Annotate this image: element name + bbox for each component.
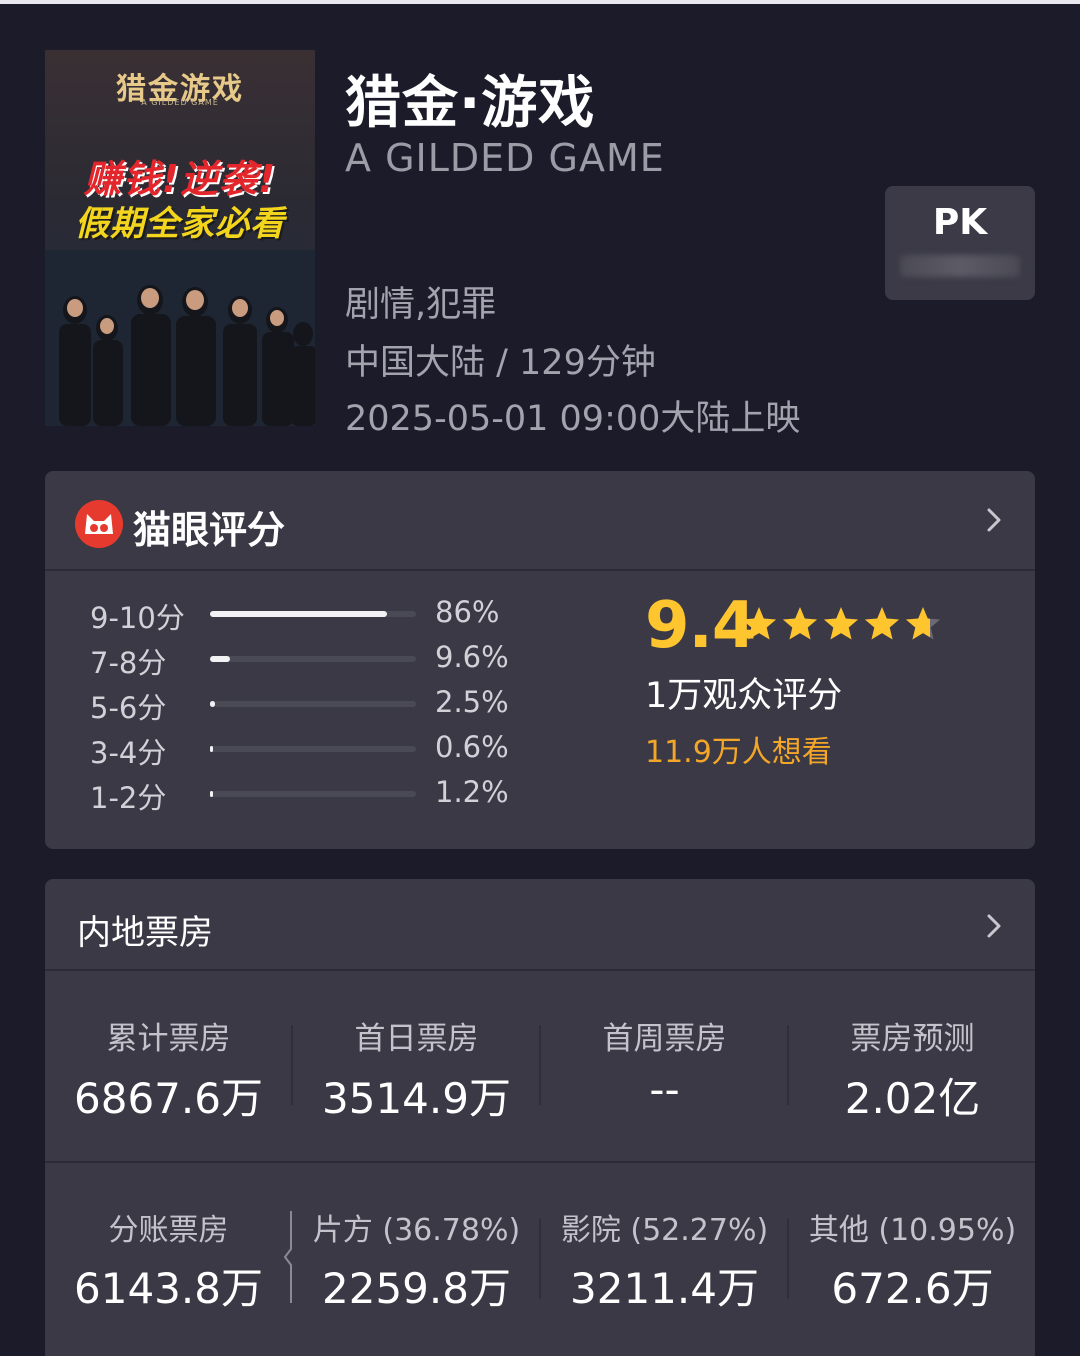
rating-dist-bar-fill (210, 701, 216, 707)
box-office-split-row: 分账票房 6143.8万 片方 (36.78%) 2259.8万 影院 (52.… (45, 1163, 1035, 1356)
chevron-right-icon[interactable] (979, 911, 1009, 941)
box-office-label: 票房预测 (850, 1021, 975, 1057)
box-office-summary-row: 累计票房 6867.6万 首日票房 3514.9万 首周票房 -- 票房预测 2… (45, 971, 1035, 1163)
box-office-card[interactable]: 内地票房 累计票房 6867.6万 首日票房 3514.9万 首周票房 -- 票… (45, 879, 1035, 1356)
rating-dist-percent: 9.6% (435, 640, 509, 674)
box-office-label: 其他 (10.95%) (808, 1213, 1017, 1248)
box-office-label: 首日票房 (354, 1021, 479, 1057)
box-office-value: 6867.6万 (74, 1074, 263, 1123)
box-office-label: 首周票房 (602, 1021, 727, 1057)
box-office-cell-cinema: 影院 (52.27%) 3211.4万 (541, 1163, 788, 1356)
box-office-value: 3514.9万 (322, 1074, 511, 1123)
movie-title: 猎金·游戏 (345, 71, 596, 136)
star-icon (782, 607, 818, 640)
star-icon (905, 607, 941, 640)
box-office-cell-producer: 片方 (36.78%) 2259.8万 (293, 1163, 540, 1356)
box-office-value: 2.02亿 (844, 1074, 981, 1123)
pk-button-label: PK (932, 202, 988, 243)
rating-dist-label: 3-4分 (90, 736, 167, 770)
rating-dist-bar-fill (210, 611, 388, 617)
box-office-cell-first-week: 首周票房 -- (541, 971, 788, 1161)
box-office-cell-split-total: 分账票房 6143.8万 (45, 1163, 292, 1356)
rating-dist-label: 5-6分 (90, 691, 167, 725)
rating-card[interactable]: 猫眼评分 9-10分 86% 7-8分 9.6% 5-6分 2.5% 3-4分 … (45, 471, 1035, 849)
rating-dist-label: 7-8分 (90, 646, 167, 680)
movie-genres: 剧情,犯罪 (345, 285, 497, 325)
movie-release-date: 2025-05-01 09:00大陆上映 (345, 399, 801, 439)
box-office-cell-first-day: 首日票房 3514.9万 (293, 971, 540, 1161)
star-icon (741, 607, 777, 640)
box-office-value: 2259.8万 (322, 1264, 511, 1313)
box-office-cell-other: 其他 (10.95%) 672.6万 (789, 1163, 1035, 1356)
pk-button-blurred-caption (900, 255, 1020, 277)
box-office-value: 3211.4万 (570, 1264, 759, 1313)
box-office-cell-forecast: 票房预测 2.02亿 (789, 971, 1035, 1161)
box-office-label: 影院 (52.27%) (560, 1213, 769, 1248)
rating-dist-bar-track (210, 656, 416, 662)
box-office-value: 6143.8万 (74, 1264, 263, 1313)
box-office-value: -- (649, 1065, 680, 1114)
box-office-value: 672.6万 (831, 1264, 994, 1313)
poster-tagline-1: 赚钱!逆袭! (83, 157, 277, 201)
movie-poster[interactable]: 猎金游戏 A GILDED GAME 赚钱!逆袭! 假期全家必看 (45, 50, 315, 426)
pk-button[interactable]: PK (885, 186, 1035, 300)
poster-cast-illustration (45, 250, 315, 426)
rating-dist-percent: 0.6% (435, 730, 509, 764)
rating-dist-label: 1-2分 (90, 781, 167, 815)
poster-tagline-2: 假期全家必看 (75, 204, 285, 244)
movie-english-title: A GILDED GAME (345, 136, 665, 180)
movie-region-runtime: 中国大陆 / 129分钟 (345, 343, 656, 383)
rating-dist-bar-fill (210, 791, 214, 797)
chevron-right-icon[interactable] (979, 505, 1009, 535)
box-office-header-title: 内地票房 (77, 913, 213, 953)
star-rating (741, 607, 941, 640)
screen-top-edge (0, 0, 1080, 4)
rating-dist-percent: 2.5% (435, 685, 509, 719)
box-office-label: 片方 (36.78%) (312, 1213, 521, 1248)
rating-dist-bar-fill (210, 746, 214, 752)
poster-subtitle: A GILDED GAME (141, 98, 219, 107)
maoyan-cat-logo-icon (75, 500, 123, 548)
box-office-cell-cumulative: 累计票房 6867.6万 (45, 971, 292, 1161)
rating-dist-percent: 1.2% (435, 775, 509, 809)
box-office-header[interactable]: 内地票房 (45, 879, 1035, 971)
rating-dist-bar-track (210, 791, 416, 797)
rating-dist-bar-track (210, 746, 416, 752)
rating-dist-bar-fill (210, 656, 230, 662)
star-icon (864, 607, 900, 640)
rating-header-title: 猫眼评分 (133, 508, 286, 552)
rating-card-header[interactable]: 猫眼评分 (45, 471, 1035, 571)
box-office-label: 累计票房 (106, 1021, 231, 1057)
rating-dist-bar-track (210, 611, 416, 617)
rating-dist-label: 9-10分 (90, 601, 185, 635)
rating-count: 1万观众评分 (645, 676, 843, 716)
box-office-label: 分账票房 (108, 1213, 229, 1248)
star-icon (823, 607, 859, 640)
rating-dist-percent: 86% (435, 595, 500, 629)
rating-dist-bar-track (210, 701, 416, 707)
want-to-watch-count[interactable]: 11.9万人想看 (645, 727, 832, 771)
